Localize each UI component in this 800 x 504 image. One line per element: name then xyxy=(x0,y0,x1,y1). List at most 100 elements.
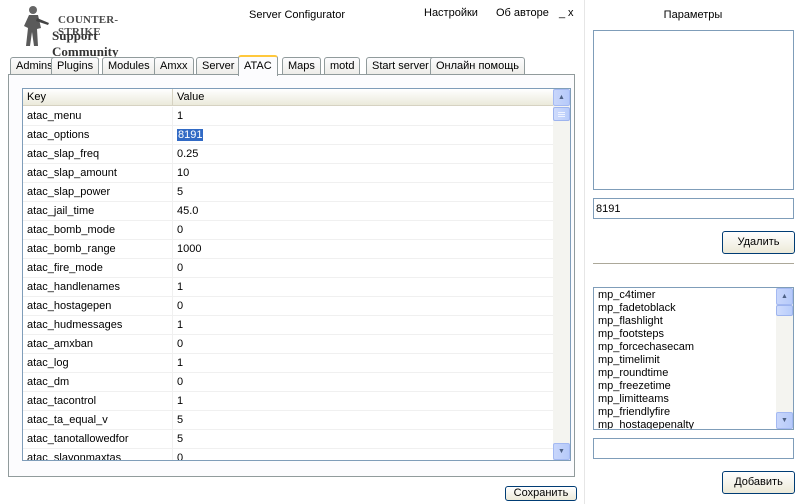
list-item[interactable]: mp_freezetime xyxy=(594,380,777,393)
row-key[interactable]: atac_slayonmaxtas xyxy=(23,449,173,460)
row-value[interactable]: 5 xyxy=(173,430,553,449)
row-key[interactable]: atac_handlenames xyxy=(23,278,173,297)
table-row[interactable]: atac_tanotallowedfor 5 xyxy=(23,430,554,449)
row-value[interactable]: 10 xyxy=(173,164,553,183)
table-row[interactable]: atac_tacontrol 1 xyxy=(23,392,554,411)
row-value[interactable]: 1 xyxy=(173,316,553,335)
selected-value[interactable]: 8191 xyxy=(177,129,204,141)
cvar-list[interactable]: mp_c4timer mp_fadetoblack mp_flashlight mp_… xyxy=(593,287,794,430)
row-value[interactable]: 0 xyxy=(173,221,553,240)
row-value[interactable]: 5 xyxy=(173,183,553,202)
grid-body: atac_menu 1 atac_options 8191 atac_slap_freq… xyxy=(23,107,554,460)
scroll-down-arrow-icon[interactable]: ▼ xyxy=(553,443,570,460)
row-key[interactable]: atac_menu xyxy=(23,107,173,126)
soldier-logo-icon xyxy=(24,6,49,46)
parameters-panel: Параметры Удалить mp_c4timermp_fadetobla… xyxy=(584,0,800,504)
row-key[interactable]: atac_bomb_range xyxy=(23,240,173,259)
row-value[interactable]: 1 xyxy=(173,278,553,297)
row-value[interactable]: 0.25 xyxy=(173,145,553,164)
row-key[interactable]: atac_tacontrol xyxy=(23,392,173,411)
list-scrollbar[interactable]: ▲ ▼ xyxy=(776,288,793,429)
menu-settings[interactable]: Настройки xyxy=(424,7,478,19)
list-item[interactable]: mp_limitteams xyxy=(594,393,777,406)
row-value[interactable]: 1000 xyxy=(173,240,553,259)
list-item[interactable]: mp_friendlyfire xyxy=(594,406,777,419)
table-row[interactable]: atac_fire_mode 0 xyxy=(23,259,554,278)
add-button[interactable]: Добавить xyxy=(722,471,795,494)
row-key[interactable]: atac_options xyxy=(23,126,173,145)
list-scrollbar-thumb[interactable] xyxy=(776,305,793,316)
list-item[interactable]: mp_forcechasecam xyxy=(594,341,777,354)
column-header-key[interactable]: Key xyxy=(23,89,173,106)
table-row[interactable]: atac_slap_power 5 xyxy=(23,183,554,202)
row-key[interactable]: atac_slap_power xyxy=(23,183,173,202)
row-value[interactable]: 8191 xyxy=(173,126,553,145)
table-row[interactable]: atac_dm 0 xyxy=(23,373,554,392)
scroll-up-arrow-icon[interactable]: ▲ xyxy=(553,89,570,106)
row-key[interactable]: atac_hostagepen xyxy=(23,297,173,316)
list-scroll-down-arrow-icon[interactable]: ▼ xyxy=(776,412,793,429)
row-key[interactable]: atac_slap_freq xyxy=(23,145,173,164)
row-key[interactable]: atac_amxban xyxy=(23,335,173,354)
row-value[interactable]: 0 xyxy=(173,373,553,392)
row-key[interactable]: atac_log xyxy=(23,354,173,373)
row-value[interactable]: 0 xyxy=(173,259,553,278)
table-row[interactable]: atac_bomb_range 1000 xyxy=(23,240,554,259)
grid-scrollbar[interactable]: ▲ ▼ xyxy=(553,89,570,460)
table-row[interactable]: atac_menu 1 xyxy=(23,107,554,126)
row-key[interactable]: atac_ta_equal_v xyxy=(23,411,173,430)
table-row[interactable]: atac_slayonmaxtas 0 xyxy=(23,449,554,460)
table-row[interactable]: atac_hudmessages 1 xyxy=(23,316,554,335)
list-item[interactable]: mp_timelimit xyxy=(594,354,777,367)
row-value[interactable]: 0 xyxy=(173,449,553,460)
row-value[interactable]: 5 xyxy=(173,411,553,430)
menu-about[interactable]: Об авторе xyxy=(496,7,549,19)
delete-button[interactable]: Удалить xyxy=(722,231,795,254)
grid-header: Key Value xyxy=(23,89,553,106)
row-value[interactable]: 1 xyxy=(173,107,553,126)
row-key[interactable]: atac_slap_amount xyxy=(23,164,173,183)
list-item[interactable]: mp_roundtime xyxy=(594,367,777,380)
list-item[interactable]: mp_footsteps xyxy=(594,328,777,341)
table-row[interactable]: atac_hostagepen 0 xyxy=(23,297,554,316)
row-value[interactable]: 1 xyxy=(173,392,553,411)
table-row[interactable]: atac_amxban 0 xyxy=(23,335,554,354)
main-window: COUNTER-STRIKE Support Community Server … xyxy=(0,0,584,504)
row-value[interactable]: 0 xyxy=(173,297,553,316)
app-logo: COUNTER-STRIKE Support Community xyxy=(20,4,160,59)
list-item[interactable]: mp_hostagepenalty xyxy=(594,419,777,429)
add-cvar-input[interactable] xyxy=(593,438,794,459)
column-header-value[interactable]: Value xyxy=(173,89,553,106)
table-row[interactable]: atac_handlenames 1 xyxy=(23,278,554,297)
logo-text-line2: Support Community xyxy=(52,28,119,59)
table-row[interactable]: atac_options 8191 xyxy=(23,126,554,145)
save-button[interactable]: Сохранить xyxy=(505,486,577,501)
parameters-title: Параметры xyxy=(663,9,723,21)
table-row[interactable]: atac_jail_time 45.0 xyxy=(23,202,554,221)
list-scroll-up-arrow-icon[interactable]: ▲ xyxy=(776,288,793,305)
list-item[interactable]: mp_fadetoblack xyxy=(594,302,777,315)
table-row[interactable]: atac_bomb_mode 0 xyxy=(23,221,554,240)
row-value[interactable]: 1 xyxy=(173,354,553,373)
settings-grid: Key Value atac_menu 1 atac_options 8191 atac… xyxy=(22,88,571,461)
row-key[interactable]: atac_tanotallowedfor xyxy=(23,430,173,449)
scrollbar-thumb[interactable] xyxy=(553,107,570,121)
table-row[interactable]: atac_log 1 xyxy=(23,354,554,373)
table-row[interactable]: atac_slap_freq 0.25 xyxy=(23,145,554,164)
list-item[interactable]: mp_flashlight xyxy=(594,315,777,328)
row-key[interactable]: atac_fire_mode xyxy=(23,259,173,278)
row-key[interactable]: atac_bomb_mode xyxy=(23,221,173,240)
row-value[interactable]: 45.0 xyxy=(173,202,553,221)
row-key[interactable]: atac_dm xyxy=(23,373,173,392)
row-value[interactable]: 0 xyxy=(173,335,553,354)
row-key[interactable]: atac_jail_time xyxy=(23,202,173,221)
table-row[interactable]: atac_slap_amount 10 xyxy=(23,164,554,183)
parameters-textarea[interactable] xyxy=(593,30,794,190)
value-input[interactable] xyxy=(593,198,794,219)
tab-atac[interactable]: ATAC xyxy=(238,55,278,76)
list-item[interactable]: mp_c4timer xyxy=(594,289,777,302)
row-key[interactable]: atac_hudmessages xyxy=(23,316,173,335)
close-button[interactable]: x xyxy=(568,7,574,19)
table-row[interactable]: atac_ta_equal_v 5 xyxy=(23,411,554,430)
minimize-button[interactable]: _ xyxy=(559,7,565,19)
